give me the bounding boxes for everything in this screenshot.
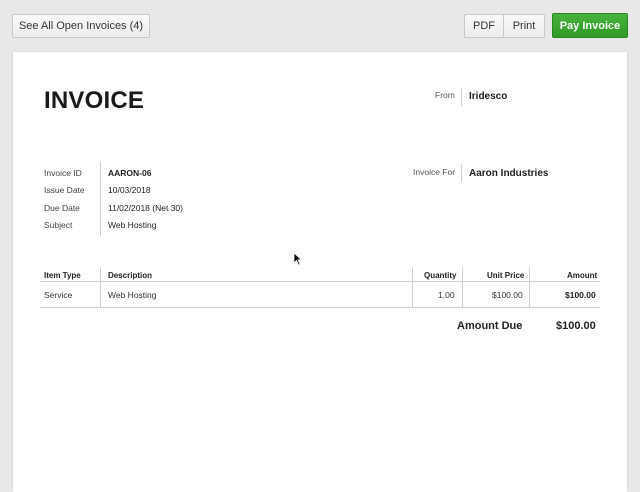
col-divider-3 bbox=[462, 267, 463, 307]
row-description: Web Hosting bbox=[108, 290, 157, 300]
row-amount: $100.00 bbox=[565, 290, 596, 300]
issue-date-value: 10/03/2018 bbox=[108, 185, 151, 195]
from-divider bbox=[461, 88, 462, 106]
header-quantity: Quantity bbox=[424, 271, 457, 280]
table-bottom-rule bbox=[40, 307, 600, 308]
issue-date-label: Issue Date bbox=[44, 185, 85, 195]
toolbar: See All Open Invoices (4) PDF Print Pay … bbox=[0, 0, 640, 52]
col-divider-4 bbox=[529, 267, 530, 307]
invoice-for-divider bbox=[461, 164, 462, 182]
print-button[interactable]: Print bbox=[504, 14, 545, 38]
row-quantity: 1.00 bbox=[438, 290, 455, 300]
meta-divider bbox=[100, 162, 101, 236]
header-amount: Amount bbox=[567, 271, 598, 280]
col-divider-1 bbox=[100, 267, 101, 307]
subject-label: Subject bbox=[44, 220, 73, 230]
from-value: Iridesco bbox=[469, 91, 508, 102]
subject-value: Web Hosting bbox=[108, 220, 157, 230]
due-date-value: 11/02/2018 (Net 30) bbox=[108, 203, 183, 213]
invoice-title: INVOICE bbox=[44, 87, 145, 114]
table-header-rule bbox=[40, 281, 600, 282]
see-all-open-invoices-button[interactable]: See All Open Invoices (4) bbox=[12, 14, 150, 38]
row-unit-price: $100.00 bbox=[492, 290, 523, 300]
row-item-type: Service bbox=[44, 290, 73, 300]
amount-due-value: $100.00 bbox=[556, 320, 596, 332]
export-button-group: PDF Print bbox=[464, 14, 545, 38]
header-description: Description bbox=[108, 271, 153, 280]
invoice-id-value: AARON-06 bbox=[108, 168, 152, 178]
amount-due-label: Amount Due bbox=[457, 320, 523, 332]
pdf-button[interactable]: PDF bbox=[464, 14, 504, 38]
header-unit-price: Unit Price bbox=[487, 271, 525, 280]
mouse-cursor-icon bbox=[293, 252, 303, 266]
header-item-type: Item Type bbox=[44, 271, 81, 280]
col-divider-2 bbox=[412, 267, 413, 307]
from-label: From bbox=[435, 90, 455, 100]
invoice-id-label: Invoice ID bbox=[44, 168, 82, 178]
pay-invoice-button[interactable]: Pay Invoice bbox=[552, 13, 628, 38]
invoice-for-label: Invoice For bbox=[413, 167, 456, 177]
invoice-document: INVOICE From Iridesco Invoice For Aaron … bbox=[13, 52, 627, 492]
invoice-for-value: Aaron Industries bbox=[469, 168, 549, 179]
due-date-label: Due Date bbox=[44, 203, 80, 213]
